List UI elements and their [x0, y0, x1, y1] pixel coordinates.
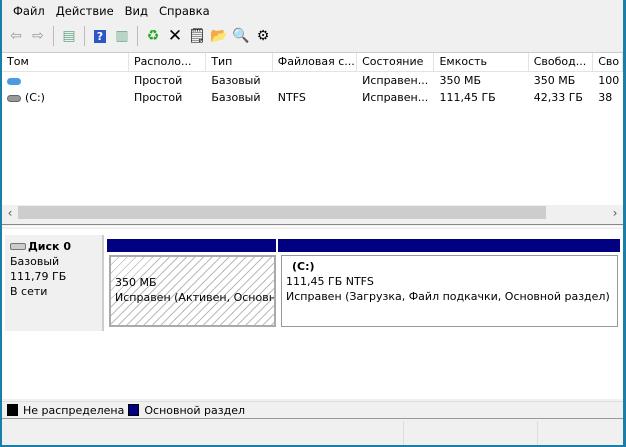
- legend: Не распределена Основной раздел: [2, 401, 623, 419]
- search-disk-icon[interactable]: 🔍: [230, 25, 252, 47]
- partition-title: (C:): [292, 260, 315, 273]
- column-volume[interactable]: Том: [2, 53, 129, 71]
- column-status[interactable]: Состояние: [357, 53, 435, 71]
- disk-name: Диск 0: [28, 240, 71, 253]
- status-section: [404, 421, 538, 445]
- console-tree-icon[interactable]: ▤: [58, 25, 80, 47]
- action-pane-icon[interactable]: ▥: [111, 25, 133, 47]
- status-section: [2, 421, 404, 445]
- separator: [84, 26, 85, 46]
- partition-system-reserved[interactable]: 350 МБ Исправен (Активен, Основной разде…: [107, 239, 276, 327]
- disk-graph-pane: Диск 0 Базовый 111,79 ГБ В сети 350 МБ И…: [2, 229, 623, 399]
- volume-icon: [7, 77, 21, 85]
- toolbar: ⇦ ⇨ ▤ ? ▥ ♻ ✕ 🗒 📂 🔍 ⚙: [2, 22, 623, 50]
- menu-view[interactable]: Вид: [122, 4, 156, 18]
- open-folder-icon[interactable]: 📂: [208, 25, 230, 47]
- legend-swatch-primary: [128, 404, 140, 416]
- properties-icon[interactable]: 🗒: [186, 25, 208, 47]
- pane-splitter[interactable]: [2, 224, 623, 227]
- disk-type: Базовый: [10, 255, 60, 268]
- partition-c[interactable]: (C:) 111,45 ГБ NTFS Исправен (Загрузка, …: [278, 239, 620, 327]
- legend-unallocated: Не распределена: [23, 403, 125, 417]
- volume-list: Том Располо... Тип Файловая с... Состоян…: [2, 52, 623, 205]
- cell-capacity: 350 МБ: [439, 74, 482, 87]
- partition-status: Исправен (Загрузка, Файл подкачки, Основ…: [286, 290, 610, 303]
- partition-size: 111,45 ГБ NTFS: [286, 275, 374, 288]
- legend-primary: Основной раздел: [144, 403, 246, 417]
- drive-icon: [7, 94, 21, 102]
- menu-action[interactable]: Действие: [53, 4, 122, 18]
- menu-bar: Файл Действие Вид Справка: [2, 0, 623, 22]
- disk-label[interactable]: Диск 0 Базовый 111,79 ГБ В сети: [5, 235, 104, 331]
- disk-size: 111,79 ГБ: [10, 270, 67, 283]
- cell-type: Базовый: [211, 74, 261, 87]
- scroll-right-icon[interactable]: ›: [607, 205, 623, 221]
- scroll-thumb[interactable]: [18, 206, 546, 219]
- table-row[interactable]: Простой Базовый Исправен... 350 МБ 350 М…: [2, 72, 623, 89]
- cell-free: 42,33 ГБ: [533, 91, 583, 104]
- cell-status: Исправен...: [362, 91, 429, 104]
- disk-icon: [10, 243, 26, 250]
- status-section: [538, 421, 623, 445]
- scroll-left-icon[interactable]: ‹: [2, 205, 18, 221]
- column-filesystem[interactable]: Файловая с...: [273, 53, 358, 71]
- cell-type: Базовый: [211, 91, 261, 104]
- partition-status: Исправен (Активен, Основной раздел): [115, 291, 276, 304]
- help-icon[interactable]: ?: [89, 25, 111, 47]
- cell-filesystem: [273, 72, 357, 89]
- cell-filesystem: NTFS: [277, 91, 306, 104]
- partition-bar: [107, 239, 276, 252]
- cell-layout: Простой: [133, 91, 183, 104]
- separator: [137, 26, 138, 46]
- status-bar: [2, 421, 623, 445]
- cell-free: 350 МБ: [533, 74, 576, 87]
- back-icon[interactable]: ⇦: [5, 25, 27, 47]
- column-layout[interactable]: Располо...: [129, 53, 207, 71]
- cell-layout: Простой: [133, 74, 183, 87]
- refresh-icon[interactable]: ♻: [142, 25, 164, 47]
- separator: [53, 26, 54, 46]
- menu-file[interactable]: Файл: [10, 4, 53, 18]
- legend-swatch-unallocated: [7, 404, 18, 416]
- column-free[interactable]: Свобод...: [529, 53, 594, 71]
- cell-free-percent: 38: [598, 91, 613, 104]
- cell-free-percent: 100: [598, 74, 620, 87]
- horizontal-scrollbar[interactable]: ‹ ›: [2, 205, 623, 221]
- column-capacity[interactable]: Емкость: [434, 53, 529, 71]
- table-row[interactable]: (C:) Простой Базовый NTFS Исправен... 11…: [2, 89, 623, 106]
- column-type[interactable]: Тип: [206, 53, 273, 71]
- settings-icon[interactable]: ⚙: [252, 25, 274, 47]
- cell-capacity: 111,45 ГБ: [439, 91, 496, 104]
- list-header: Том Располо... Тип Файловая с... Состоян…: [2, 53, 623, 72]
- delete-icon[interactable]: ✕: [164, 25, 186, 47]
- disk-status: В сети: [10, 285, 48, 298]
- partition-size: 350 МБ: [115, 276, 157, 289]
- menu-help[interactable]: Справка: [156, 4, 218, 18]
- cell-status: Исправен...: [362, 74, 429, 87]
- volume-name: (C:): [25, 91, 45, 104]
- forward-icon[interactable]: ⇨: [27, 25, 49, 47]
- column-free-percent[interactable]: Сво: [593, 53, 623, 71]
- partition-bar: [278, 239, 620, 252]
